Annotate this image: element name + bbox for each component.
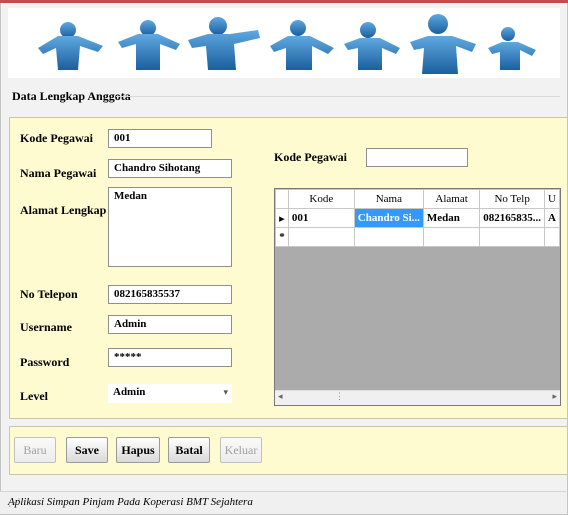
new-cell[interactable] bbox=[287, 227, 355, 247]
column-header-alamat[interactable]: Alamat bbox=[422, 189, 481, 209]
cell-alamat[interactable]: Medan bbox=[422, 208, 481, 228]
grid-table: Kode Nama Alamat No Telp U ▸ 001 Chandro… bbox=[275, 189, 560, 247]
section-divider bbox=[116, 96, 560, 97]
status-bar: Aplikasi Simpan Pinjam Pada Koperasi BMT… bbox=[0, 491, 566, 514]
row-header-corner bbox=[275, 189, 289, 209]
kode-pegawai-input[interactable]: 001 bbox=[108, 129, 212, 148]
level-select-value: Admin bbox=[113, 386, 146, 398]
table-row[interactable]: ▸ 001 Chandro Si... Medan 082165835... A bbox=[275, 208, 560, 228]
nama-pegawai-input[interactable]: Chandro Sihotang bbox=[108, 159, 232, 178]
window-top-edge bbox=[0, 0, 568, 3]
baru-button[interactable]: Baru bbox=[14, 437, 56, 463]
cell-username[interactable]: A bbox=[544, 208, 560, 228]
cell-no-telp[interactable]: 082165835... bbox=[479, 208, 546, 228]
chevron-down-icon[interactable]: ▾ bbox=[223, 387, 228, 398]
cell-kode[interactable]: 001 bbox=[287, 208, 355, 228]
hapus-button[interactable]: Hapus bbox=[116, 437, 160, 463]
search-kode-input[interactable] bbox=[366, 148, 468, 167]
column-header-username[interactable]: U bbox=[544, 189, 560, 209]
new-cell[interactable] bbox=[479, 227, 546, 247]
label-username: Username bbox=[20, 320, 72, 334]
username-input[interactable]: Admin bbox=[108, 315, 232, 334]
no-telepon-input[interactable]: 082165835537 bbox=[108, 285, 232, 304]
label-kode-pegawai: Kode Pegawai bbox=[20, 131, 93, 145]
batal-button[interactable]: Batal bbox=[168, 437, 210, 463]
scroll-right-icon[interactable]: ▸ bbox=[552, 391, 557, 402]
new-cell[interactable] bbox=[544, 227, 560, 247]
label-level: Level bbox=[20, 389, 48, 403]
label-alamat-lengkap: Alamat Lengkap bbox=[20, 203, 107, 217]
cell-nama[interactable]: Chandro Si... bbox=[353, 208, 424, 228]
password-input[interactable]: ***** bbox=[108, 348, 232, 367]
save-button[interactable]: Save bbox=[66, 437, 108, 463]
level-select[interactable]: Admin ▾ bbox=[108, 384, 232, 403]
alamat-lengkap-textarea[interactable]: Medan bbox=[108, 187, 232, 267]
new-row[interactable]: * bbox=[275, 227, 560, 247]
current-row-indicator-icon: ▸ bbox=[275, 208, 289, 228]
label-password: Password bbox=[20, 355, 70, 369]
scroll-thumb-grip-icon[interactable]: ⋮ bbox=[335, 391, 344, 402]
new-cell[interactable] bbox=[422, 227, 481, 247]
label-no-telepon: No Telepon bbox=[20, 287, 78, 301]
keluar-button[interactable]: Keluar bbox=[220, 437, 262, 463]
people-silhouettes-banner bbox=[38, 14, 536, 74]
new-cell[interactable] bbox=[353, 227, 424, 247]
column-header-kode[interactable]: Kode bbox=[287, 189, 355, 209]
label-nama-pegawai: Nama Pegawai bbox=[20, 166, 97, 180]
column-header-no-telp[interactable]: No Telp bbox=[479, 189, 546, 209]
scroll-left-icon[interactable]: ◂ bbox=[278, 391, 283, 402]
horizontal-scrollbar[interactable]: ◂ ⋮ ▸ bbox=[275, 390, 560, 405]
section-title: Data Lengkap Anggota bbox=[12, 89, 131, 103]
label-search-kode: Kode Pegawai bbox=[274, 150, 347, 164]
grid-header-row: Kode Nama Alamat No Telp U bbox=[275, 189, 560, 209]
data-grid[interactable]: Kode Nama Alamat No Telp U ▸ 001 Chandro… bbox=[274, 188, 561, 406]
new-row-indicator-icon: * bbox=[275, 227, 289, 247]
resize-grip-icon[interactable]: ⋰ bbox=[8, 496, 563, 512]
column-header-nama[interactable]: Nama bbox=[353, 189, 424, 209]
header-banner bbox=[8, 8, 560, 78]
